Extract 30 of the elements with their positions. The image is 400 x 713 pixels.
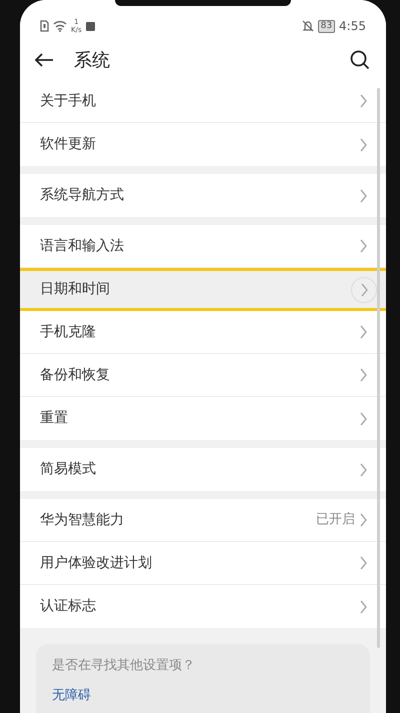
accessibility-link[interactable]: 无障碍 <box>52 686 91 705</box>
settings-item[interactable]: 简易模式 <box>20 448 386 491</box>
chevron-right-icon <box>359 412 368 426</box>
search-icon[interactable] <box>350 50 370 70</box>
settings-item[interactable]: 系统导航方式 <box>20 174 386 217</box>
muted-bell-icon <box>302 20 314 32</box>
chevron-right-icon <box>359 368 368 382</box>
chevron-right-icon <box>359 462 368 476</box>
item-status: 已开启 <box>316 511 355 530</box>
chevron-right-icon <box>359 325 368 339</box>
settings-item[interactable]: 认证标志 <box>20 585 386 628</box>
chevron-right-icon <box>359 239 368 253</box>
chevron-right-icon <box>359 513 368 527</box>
chevron-right-icon <box>360 282 369 296</box>
battery-level: 83 <box>318 20 336 32</box>
settings-item[interactable]: 重置 <box>20 397 386 440</box>
suggestion-question: 是否在寻找其他设置项？ <box>52 657 196 675</box>
page-title: 系统 <box>74 48 110 72</box>
settings-item[interactable]: 日期和时间 <box>20 268 386 311</box>
wifi-icon <box>53 20 67 32</box>
chevron-right-icon <box>359 188 368 202</box>
settings-item[interactable]: 软件更新 <box>20 123 386 166</box>
notification-icon <box>86 22 95 30</box>
clock-time: 4:55 <box>339 18 366 35</box>
chevron-right-icon <box>359 600 368 614</box>
sim-icon <box>40 20 49 32</box>
chevron-right-icon <box>359 94 368 108</box>
back-arrow-icon[interactable] <box>34 52 54 68</box>
chevron-right-icon <box>359 556 368 570</box>
chevron-right-icon <box>359 138 368 152</box>
